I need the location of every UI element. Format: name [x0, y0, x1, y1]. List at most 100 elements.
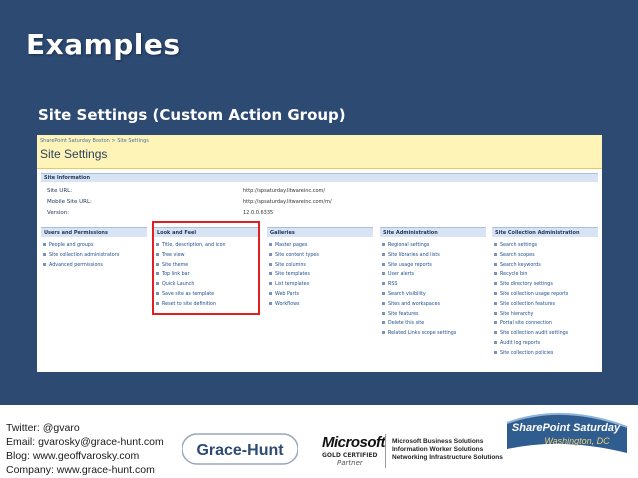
bullet-icon: [494, 301, 497, 305]
site-administration-list: Regional settings Site libraries and lis…: [382, 241, 456, 339]
settings-link[interactable]: Audit log reports: [494, 339, 568, 349]
contact-email: Email: gvarosky@grace-hunt.com: [6, 436, 164, 448]
site-url-value: http://spsaturday.litwareinc.com/: [243, 188, 326, 194]
settings-link[interactable]: Sites and workspaces: [382, 300, 456, 310]
bullet-icon: [382, 291, 385, 295]
settings-link[interactable]: Site features: [382, 310, 456, 320]
slide-subtitle: Site Settings (Custom Action Group): [38, 106, 346, 124]
bullet-icon: [382, 252, 385, 256]
slide-title: Examples: [26, 28, 181, 61]
gold-certified-label: GOLD CERTIFIED: [322, 452, 378, 459]
site-information-heading: Site Information: [41, 173, 598, 182]
settings-link[interactable]: Web Parts: [269, 290, 319, 300]
competency-information-worker: Information Worker Solutions: [392, 446, 484, 453]
settings-link[interactable]: Site directory settings: [494, 280, 568, 290]
breadcrumb[interactable]: SharePoint Saturday Boston > Site Settin…: [40, 138, 149, 144]
settings-link[interactable]: User alerts: [382, 270, 456, 280]
sharepoint-saturday-logo: SharePoint Saturday Washington, DC: [506, 412, 628, 453]
galleries-list: Master pages Site content types Site col…: [269, 241, 319, 310]
settings-link[interactable]: Recycle bin: [494, 270, 568, 280]
settings-link[interactable]: Site content types: [269, 251, 319, 261]
settings-link[interactable]: Site collection administrators: [43, 251, 119, 261]
settings-link[interactable]: Site collection policies: [494, 349, 568, 359]
contact-blog: Blog: www.geoffvarosky.com: [6, 450, 140, 462]
highlight-box: [152, 221, 260, 315]
bullet-icon: [382, 311, 385, 315]
bullet-icon: [382, 321, 385, 325]
settings-link[interactable]: Site libraries and lists: [382, 251, 456, 261]
site-collection-administration-list: Search settings Search scopes Search key…: [494, 241, 568, 359]
settings-link[interactable]: List templates: [269, 280, 319, 290]
settings-link[interactable]: Site usage reports: [382, 261, 456, 271]
settings-link[interactable]: Portal site connection: [494, 319, 568, 329]
svg-text:SharePoint Saturday: SharePoint Saturday: [512, 422, 621, 434]
users-permissions-list: People and groups Site collection admini…: [43, 241, 119, 270]
settings-link[interactable]: Site collection usage reports: [494, 290, 568, 300]
bullet-icon: [43, 262, 46, 266]
settings-link[interactable]: Related Links scope settings: [382, 329, 456, 339]
bullet-icon: [269, 291, 272, 295]
partner-label: Partner: [337, 459, 363, 467]
bullet-icon: [382, 331, 385, 335]
site-settings-screenshot: SharePoint Saturday Boston > Site Settin…: [37, 135, 602, 372]
version-label: Version:: [47, 210, 70, 216]
bullet-icon: [494, 282, 497, 286]
bullet-icon: [494, 311, 497, 315]
competency-networking: Networking Infrastructure Solutions: [392, 454, 503, 461]
bullet-icon: [269, 301, 272, 305]
settings-link[interactable]: Master pages: [269, 241, 319, 251]
bullet-icon: [382, 243, 385, 246]
svg-text:Grace-Hunt: Grace-Hunt: [196, 442, 284, 459]
settings-link[interactable]: Workflows: [269, 300, 319, 310]
competencies: Microsoft Business Solutions Information…: [392, 438, 503, 462]
bullet-icon: [269, 282, 272, 286]
bullet-icon: [269, 243, 272, 246]
bullet-icon: [269, 262, 272, 266]
settings-link[interactable]: Site templates: [269, 270, 319, 280]
contact-twitter: Twitter: @gvaro: [6, 422, 80, 434]
contact-info: Twitter: @gvaro Email: gvarosky@grace-hu…: [6, 421, 164, 477]
microsoft-partner-logo: Microsoft GOLD CERTIFIED Partner: [322, 434, 386, 467]
bullet-icon: [494, 243, 497, 246]
bullet-icon: [494, 272, 497, 276]
users-permissions-heading: Users and Permissions: [41, 227, 147, 237]
settings-link[interactable]: Site columns: [269, 261, 319, 271]
svg-text:Washington, DC: Washington, DC: [544, 436, 610, 446]
bullet-icon: [494, 340, 497, 344]
bullet-icon: [269, 252, 272, 256]
settings-link[interactable]: Site collection audit settings: [494, 329, 568, 339]
bullet-icon: [43, 252, 46, 256]
bullet-icon: [382, 282, 385, 286]
settings-link[interactable]: Site hierarchy: [494, 310, 568, 320]
site-administration-heading: Site Administration: [380, 227, 486, 237]
mobile-site-url-value: http://spsaturday.litwareinc.com/m/: [243, 199, 332, 205]
contact-company: Company: www.grace-hunt.com: [6, 464, 155, 476]
galleries-heading: Galleries: [267, 227, 373, 237]
bullet-icon: [382, 301, 385, 305]
competency-business: Microsoft Business Solutions: [392, 438, 484, 445]
settings-link[interactable]: Delete this site: [382, 319, 456, 329]
settings-link[interactable]: Search visibility: [382, 290, 456, 300]
settings-link[interactable]: RSS: [382, 280, 456, 290]
bullet-icon: [494, 321, 497, 325]
settings-link[interactable]: People and groups: [43, 241, 119, 251]
bullet-icon: [382, 262, 385, 266]
settings-link[interactable]: Search scopes: [494, 251, 568, 261]
site-collection-administration-heading: Site Collection Administration: [492, 227, 598, 237]
settings-link[interactable]: Regional settings: [382, 241, 456, 251]
settings-link[interactable]: Search settings: [494, 241, 568, 251]
settings-link[interactable]: Advanced permissions: [43, 261, 119, 271]
bullet-icon: [269, 272, 272, 276]
settings-link[interactable]: Search keywords: [494, 261, 568, 271]
mobile-site-url-label: Mobile Site URL:: [47, 199, 92, 205]
bullet-icon: [43, 243, 46, 246]
bullet-icon: [494, 291, 497, 295]
settings-link[interactable]: Site collection features: [494, 300, 568, 310]
logo-divider: [385, 434, 386, 468]
version-value: 12.0.0.6335: [243, 210, 274, 216]
page-title: Site Settings: [40, 147, 108, 161]
site-url-label: Site URL:: [47, 188, 73, 194]
microsoft-wordmark: Microsoft: [322, 434, 386, 451]
bullet-icon: [494, 331, 497, 335]
bullet-icon: [494, 262, 497, 266]
